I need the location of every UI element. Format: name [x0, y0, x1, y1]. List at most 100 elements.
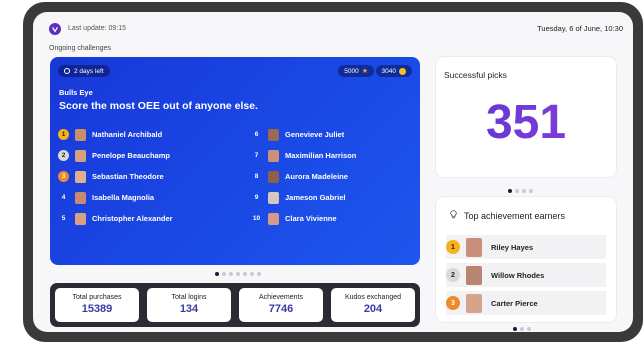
rank-badge: 2 — [446, 268, 460, 282]
player-name: Aurora Madeleine — [285, 172, 348, 181]
player-name: Genevieve Juliet — [285, 130, 345, 139]
leaderboard-left: 1 Nathaniel Archibald 2 Penelope Beaucha… — [58, 124, 238, 229]
achiever-name: Riley Hayes — [491, 242, 534, 252]
avatar — [75, 212, 86, 225]
last-update-text: Last update: 09:15 — [68, 25, 126, 32]
achiever-row[interactable]: 2 Willow Rhodes — [446, 263, 606, 287]
challenge-card[interactable]: 2 days left 5000 ★ 3040 Bulls Eye Score … — [50, 57, 420, 265]
rank-badge: 4 — [61, 194, 66, 201]
page-dot[interactable] — [529, 189, 533, 193]
leaderboard-row[interactable]: 9 Jameson Gabriel — [251, 187, 420, 208]
achiever-row[interactable]: 1 Riley Hayes — [446, 235, 606, 259]
page-dot[interactable] — [215, 272, 219, 276]
leaderboard-row[interactable]: 1 Nathaniel Archibald — [58, 124, 238, 145]
page-dot[interactable] — [250, 272, 254, 276]
stat-value: 204 — [363, 303, 383, 315]
rank-badge: 6 — [254, 131, 259, 138]
time-left-text: 2 days left — [74, 67, 104, 75]
achievers-pagination[interactable] — [513, 327, 531, 331]
stat-label: Achievements — [259, 294, 303, 301]
page-dot[interactable] — [513, 327, 517, 331]
time-left-pill: 2 days left — [58, 65, 110, 77]
avatar — [75, 128, 86, 141]
stat-value: 15389 — [81, 303, 113, 315]
rank-badge: 1 — [446, 240, 460, 254]
achiever-name: Carter Pierce — [491, 298, 538, 308]
player-name: Jameson Gabriel — [285, 193, 346, 202]
lightbulb-icon — [450, 210, 457, 219]
leaderboard-row[interactable]: 8 Aurora Madeleine — [251, 166, 420, 187]
rank-badge: 2 — [58, 150, 69, 161]
stat-value: 7746 — [268, 303, 294, 315]
page-dot[interactable] — [522, 189, 526, 193]
stat-label: Total logins — [171, 294, 207, 301]
challenge-title: Bulls Eye — [59, 88, 93, 97]
stat-kudos-exchanged: Kudos exchanged 204 — [331, 288, 415, 322]
page-dot[interactable] — [236, 272, 240, 276]
player-name: Christopher Alexander — [92, 214, 173, 223]
leaderboard-row[interactable]: 4 Isabella Magnolia — [58, 187, 238, 208]
rank-badge: 7 — [254, 152, 259, 159]
avatar — [268, 170, 279, 183]
page-dot[interactable] — [222, 272, 226, 276]
rank-badge: 8 — [254, 173, 259, 180]
leaderboard-right: 6 Genevieve Juliet 7 Maximilian Harrison… — [251, 124, 420, 229]
avatar — [268, 149, 279, 162]
stats-bar: Total purchases 15389 Total logins 134 A… — [50, 283, 420, 327]
player-name: Isabella Magnolia — [92, 193, 155, 202]
page-dot[interactable] — [243, 272, 247, 276]
avatar — [75, 191, 86, 204]
rank-badge: 1 — [58, 129, 69, 140]
rank-badge: 9 — [254, 194, 259, 201]
panel-title: Top achievement earners — [464, 211, 566, 221]
rank-badge: 3 — [58, 171, 69, 182]
successful-picks-panel: Successful picks 351 — [436, 57, 616, 177]
page-dot[interactable] — [515, 189, 519, 193]
avatar — [466, 293, 482, 313]
avatar — [75, 170, 86, 183]
top-bar: Last update: 09:15 Tuesday, 6 of June, 1… — [33, 12, 633, 48]
stars-pill: 5000 ★ — [338, 65, 374, 77]
avatar — [466, 237, 482, 257]
stat-total-purchases: Total purchases 15389 — [55, 288, 139, 322]
leaderboard-row[interactable]: 7 Maximilian Harrison — [251, 145, 420, 166]
stat-value: 134 — [179, 303, 199, 315]
achiever-name: Willow Rhodes — [491, 270, 545, 280]
rank-badge: 3 — [446, 296, 460, 310]
tablet-frame: Last update: 09:15 Tuesday, 6 of June, 1… — [23, 2, 643, 342]
leaderboard-row[interactable]: 10 Clara Vivienne — [251, 208, 420, 229]
player-name: Penelope Beauchamp — [92, 151, 170, 160]
player-name: Nathaniel Archibald — [92, 130, 163, 139]
picks-pagination[interactable] — [508, 189, 533, 193]
player-name: Maximilian Harrison — [285, 151, 357, 160]
page-dot[interactable] — [527, 327, 531, 331]
player-name: Clara Vivienne — [285, 214, 337, 223]
leaderboard-row[interactable]: 3 Sebastian Theodore — [58, 166, 238, 187]
page-dot[interactable] — [508, 189, 512, 193]
leaderboard-row[interactable]: 6 Genevieve Juliet — [251, 124, 420, 145]
coins-value: 3040 — [381, 67, 396, 75]
page-dot[interactable] — [229, 272, 233, 276]
avatar — [466, 265, 482, 285]
section-label: Ongoing challenges — [49, 45, 111, 52]
stat-total-logins: Total logins 134 — [147, 288, 231, 322]
stars-value: 5000 — [344, 67, 359, 75]
challenge-pagination[interactable] — [215, 272, 261, 276]
coins-pill: 3040 — [375, 65, 412, 77]
stat-label: Kudos exchanged — [344, 294, 402, 301]
star-icon: ★ — [361, 68, 368, 75]
leaderboard-row[interactable]: 2 Penelope Beauchamp — [58, 145, 238, 166]
leaderboard-row[interactable]: 5 Christopher Alexander — [58, 208, 238, 229]
achievement-earners-panel: Top achievement earners 1 Riley Hayes 2 … — [436, 197, 616, 322]
page-dot[interactable] — [520, 327, 524, 331]
picks-value: 351 — [436, 95, 616, 150]
rank-badge: 5 — [61, 215, 66, 222]
dashboard-screen: Last update: 09:15 Tuesday, 6 of June, 1… — [33, 12, 633, 332]
stat-label: Total purchases — [72, 294, 122, 301]
stat-achievements: Achievements 7746 — [239, 288, 323, 322]
challenge-description: Score the most OEE out of anyone else. — [59, 100, 258, 112]
player-name: Sebastian Theodore — [92, 172, 164, 181]
page-dot[interactable] — [257, 272, 261, 276]
clock-icon — [64, 68, 70, 74]
achiever-row[interactable]: 3 Carter Pierce — [446, 291, 606, 315]
